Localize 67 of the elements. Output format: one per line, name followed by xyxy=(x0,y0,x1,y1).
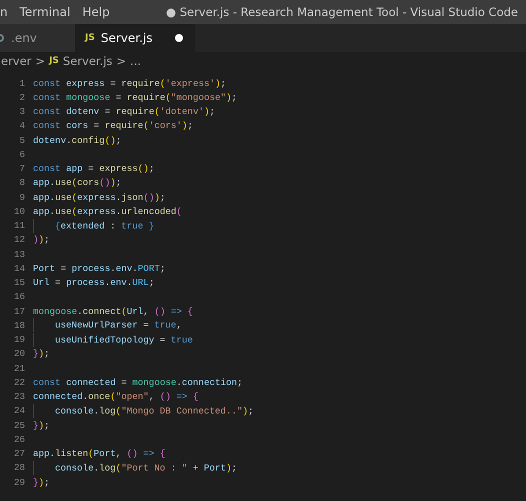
code-line: console.log("Mongo DB Connected.."); xyxy=(33,404,254,418)
breadcrumb-separator: > xyxy=(35,54,46,68)
code-line: )); xyxy=(33,234,50,246)
line-number: 5 xyxy=(18,134,25,146)
code-line: Port = process.env.PORT; xyxy=(33,262,166,274)
line-number: 22 xyxy=(12,376,25,388)
code-line: app.use(express.urlencoded( xyxy=(33,206,182,217)
line-number: 9 xyxy=(18,192,25,203)
line-number: 10 xyxy=(12,206,25,217)
code-line: const dotenv = require('dotenv'); xyxy=(33,106,215,118)
line-number: 21 xyxy=(12,362,25,374)
line-number: 27 xyxy=(12,448,25,460)
code-line: const connected = mongoose.connection; xyxy=(33,376,243,388)
code-line: }); xyxy=(33,420,50,431)
line-number: 1 xyxy=(18,78,25,89)
file-tab[interactable]: JS Server.js xyxy=(75,24,194,52)
breadcrumb-item[interactable]: erver xyxy=(1,54,32,68)
code-line: const app = express(); xyxy=(33,163,154,174)
line-number: 15 xyxy=(12,277,25,288)
breadcrumb-item[interactable]: Server.js xyxy=(62,54,112,68)
code-line: {extended : true } xyxy=(33,218,154,233)
code-line: useUnifiedTopology = true xyxy=(33,332,193,347)
line-number: 4 xyxy=(18,120,25,132)
line-number: 29 xyxy=(12,476,25,488)
code-line: const mongoose = require("mongoose"); xyxy=(33,92,238,103)
line-number: 17 xyxy=(12,306,25,317)
line-number: 12 xyxy=(12,234,25,246)
code-line: app.use(cors()); xyxy=(33,177,122,188)
line-number: 14 xyxy=(12,262,25,274)
code-line: Url = process.env.URL; xyxy=(33,277,154,288)
js-file-icon: JS xyxy=(49,56,59,66)
line-number: 18 xyxy=(12,320,25,331)
code-line: app.use(express.json()); xyxy=(33,192,166,203)
window-title: ● Server.js - Research Management Tool - Visual Studio Code xyxy=(166,5,519,19)
line-number: 7 xyxy=(18,163,25,174)
code-line: const express = require('express'); xyxy=(33,78,226,89)
code-line: dotenv.config(); xyxy=(33,134,122,146)
line-number: 3 xyxy=(18,106,25,118)
file-tab[interactable]: .env xyxy=(0,24,75,52)
line-number: 25 xyxy=(12,420,25,431)
menu-item[interactable]: n xyxy=(0,5,14,19)
line-number: 26 xyxy=(12,434,25,445)
line-number: 28 xyxy=(12,462,25,474)
line-number: 16 xyxy=(12,291,25,302)
code-line: connected.once("open", () => { xyxy=(33,391,198,402)
menu-item[interactable]: Help xyxy=(76,5,116,19)
menu-item[interactable]: Terminal xyxy=(14,5,76,19)
line-number: 6 xyxy=(18,148,25,160)
code-line: useNewUrlParser = true, xyxy=(33,318,182,332)
breadcrumb-item[interactable]: ... xyxy=(130,54,142,68)
line-number: 8 xyxy=(18,177,25,188)
code-line: }); xyxy=(33,348,50,360)
line-number: 2 xyxy=(18,92,25,103)
code-line: const cors = require('cors'); xyxy=(33,120,193,132)
line-number: 13 xyxy=(12,248,25,260)
code-line: console.log("Port No : " + Port); xyxy=(33,460,237,475)
line-number: 19 xyxy=(12,334,25,346)
code-line: mongoose.connect(Url, () => { xyxy=(33,306,193,317)
code-line: app.listen(Port, () => { xyxy=(33,448,166,460)
line-number: 23 xyxy=(12,391,25,402)
line-number: 20 xyxy=(12,348,25,360)
breadcrumb-separator: > xyxy=(116,54,126,68)
unsaved-dot-icon xyxy=(174,34,182,42)
js-file-icon: JS xyxy=(85,33,95,43)
line-number: 24 xyxy=(12,405,25,416)
line-number: 11 xyxy=(12,220,25,232)
code-line: }); xyxy=(33,476,50,488)
